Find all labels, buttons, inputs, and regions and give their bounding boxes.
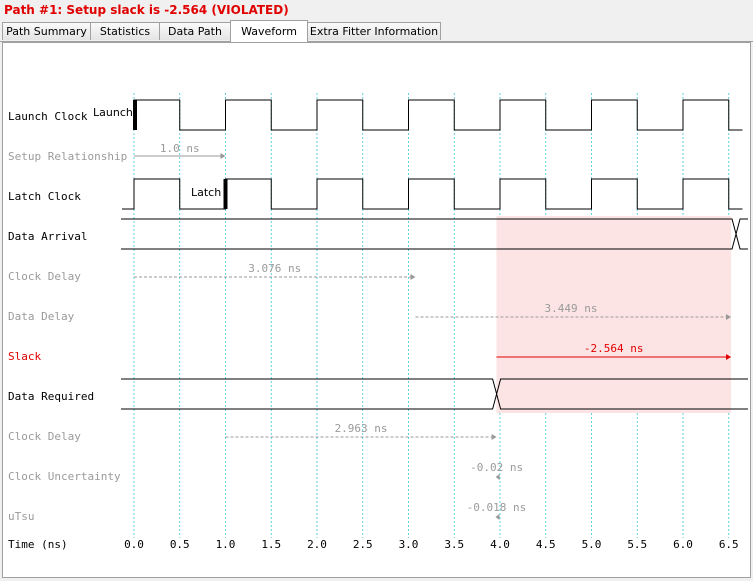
- time-tick-label: 2.0: [307, 538, 327, 551]
- launch-clock-waveform: [133, 99, 743, 131]
- violation-region: [496, 216, 732, 413]
- row-label-clock-delay-2: Clock Delay: [8, 430, 81, 443]
- row-label-utsu: uTsu: [8, 510, 35, 523]
- arrow-head: [220, 153, 226, 159]
- arrow-head: [491, 434, 497, 440]
- data-delay-value: 3.449 ns: [545, 302, 598, 315]
- arrow-head: [410, 274, 416, 280]
- time-tick-label: 1.5: [261, 538, 281, 551]
- tab-waveform[interactable]: Waveform: [230, 20, 308, 42]
- time-tick-label: 1.0: [216, 538, 236, 551]
- launch-edge-marker: [133, 100, 137, 130]
- row-label-data-delay: Data Delay: [8, 310, 75, 323]
- row-label-latch-clock: Latch Clock: [8, 190, 81, 203]
- setup-relationship-value: 1.0 ns: [160, 142, 200, 155]
- path-title: Path #1: Setup slack is -2.564 (VIOLATED…: [0, 0, 753, 20]
- row-label-launch-clock: Launch Clock: [8, 110, 88, 123]
- time-tick-label: 0.5: [170, 538, 190, 551]
- latch-edge-marker: [223, 179, 228, 209]
- latch-marker-label: Latch: [191, 186, 221, 199]
- clock-uncertainty-value: -0.02 ns: [470, 461, 523, 474]
- row-label-data-arrival: Data Arrival: [8, 230, 87, 243]
- row-label-setup-relationship: Setup Relationship: [8, 150, 127, 163]
- waveform-panel: Launch Clock Setup Relationship Latch Cl…: [2, 42, 751, 578]
- time-tick-label: 5.0: [582, 538, 602, 551]
- launch-marker-label: Launch: [93, 106, 133, 119]
- time-tick-label: 0.0: [124, 538, 144, 551]
- clock-delay-2-value: 2.963 ns: [335, 422, 388, 435]
- time-tick-label: 3.0: [399, 538, 419, 551]
- row-label-data-required: Data Required: [8, 390, 94, 403]
- waveform-canvas: Launch Clock Setup Relationship Latch Cl…: [8, 93, 748, 551]
- time-tick-label: 4.5: [536, 538, 556, 551]
- slack-value: -2.564 ns: [584, 342, 644, 355]
- tab-extra-fitter-information[interactable]: Extra Fitter Information: [307, 22, 441, 40]
- time-tick-label: 6.0: [673, 538, 693, 551]
- time-tick-label: 6.5: [719, 538, 739, 551]
- tab-bar: Path Summary Statistics Data Path Wavefo…: [0, 20, 753, 42]
- clock-delay-value: 3.076 ns: [248, 262, 301, 275]
- row-label-time-axis: Time (ns): [8, 538, 68, 551]
- time-axis-ticks: 0.0 0.5 1.0 1.5 2.0 2.5 3.0 3.5 4.0 4.5 5.0 5.5 6.0 6…: [124, 538, 739, 551]
- time-tick-label: 5.5: [627, 538, 647, 551]
- row-label-slack: Slack: [8, 350, 41, 363]
- row-label-clock-delay: Clock Delay: [8, 270, 81, 283]
- tab-statistics[interactable]: Statistics: [90, 22, 160, 40]
- arrow-head: [495, 474, 500, 480]
- time-tick-label: 2.5: [353, 538, 373, 551]
- time-tick-label: 4.0: [490, 538, 510, 551]
- utsu-value: -0.018 ns: [467, 501, 527, 514]
- arrow-head: [495, 514, 500, 520]
- clock-uncertainty-arrow: [495, 474, 500, 480]
- utsu-arrow: [495, 514, 500, 520]
- tab-data-path[interactable]: Data Path: [159, 22, 231, 40]
- time-tick-label: 3.5: [444, 538, 464, 551]
- tab-path-summary[interactable]: Path Summary: [2, 22, 91, 40]
- row-label-clock-uncertainty: Clock Uncertainty: [8, 470, 121, 483]
